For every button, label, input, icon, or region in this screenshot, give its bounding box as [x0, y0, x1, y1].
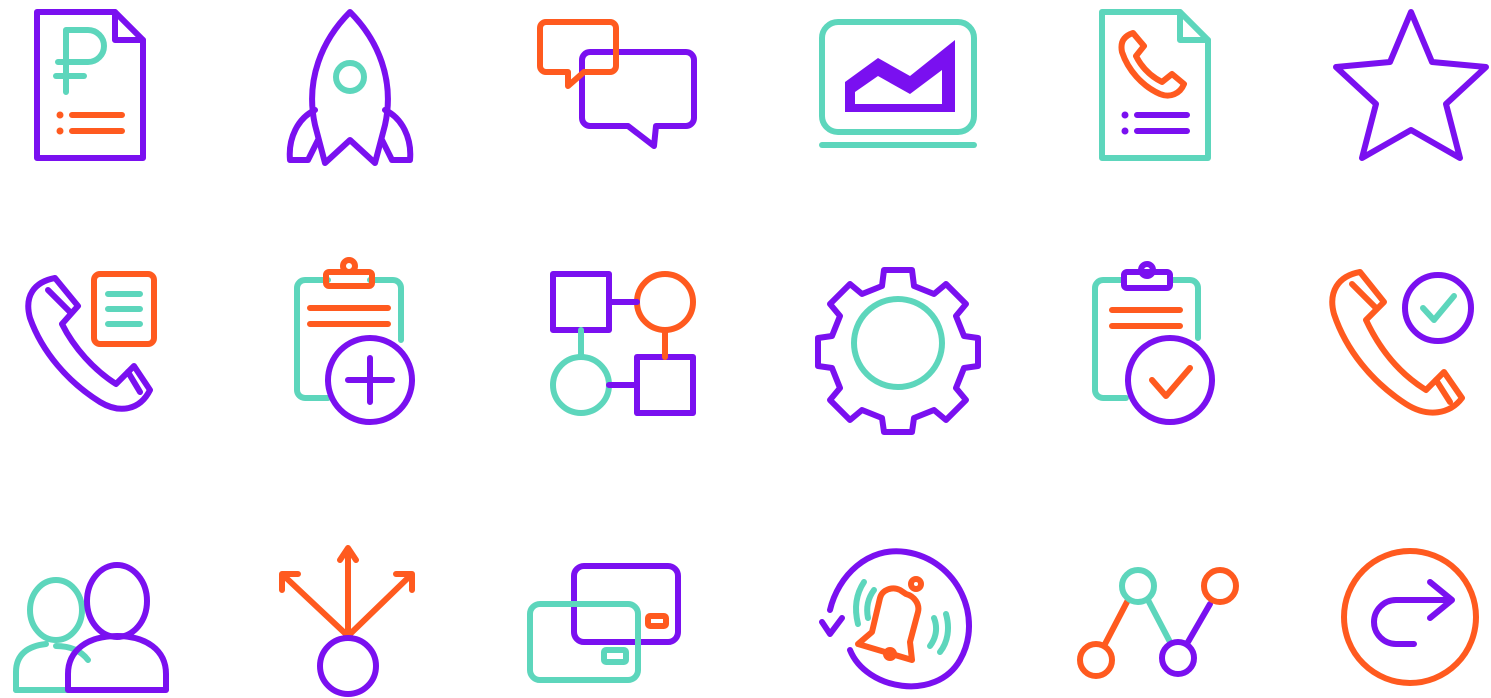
redirect-arrow-icon	[1341, 548, 1479, 686]
phone-note-icon	[25, 271, 157, 412]
ruble-invoice-icon	[34, 9, 146, 161]
split-arrows-icon	[279, 545, 415, 697]
phone-check-icon	[1329, 269, 1474, 416]
users-icon	[13, 562, 169, 693]
rocket-icon	[286, 9, 414, 166]
clipboard-check-icon	[1092, 261, 1215, 425]
chat-bubbles-icon	[537, 19, 697, 149]
flowchart-icon	[550, 271, 696, 416]
phone-document-icon	[1099, 9, 1211, 161]
icon-grid	[13, 9, 1489, 697]
bell-refresh-icon	[819, 548, 972, 690]
laptop-chart-icon	[819, 19, 977, 148]
star-icon	[1333, 9, 1489, 161]
cards-icon	[527, 563, 681, 683]
gear-icon	[815, 267, 981, 435]
path-nodes-icon	[1077, 567, 1239, 679]
clipboard-add-icon	[294, 257, 415, 425]
icon-set-canvas	[0, 0, 1491, 698]
